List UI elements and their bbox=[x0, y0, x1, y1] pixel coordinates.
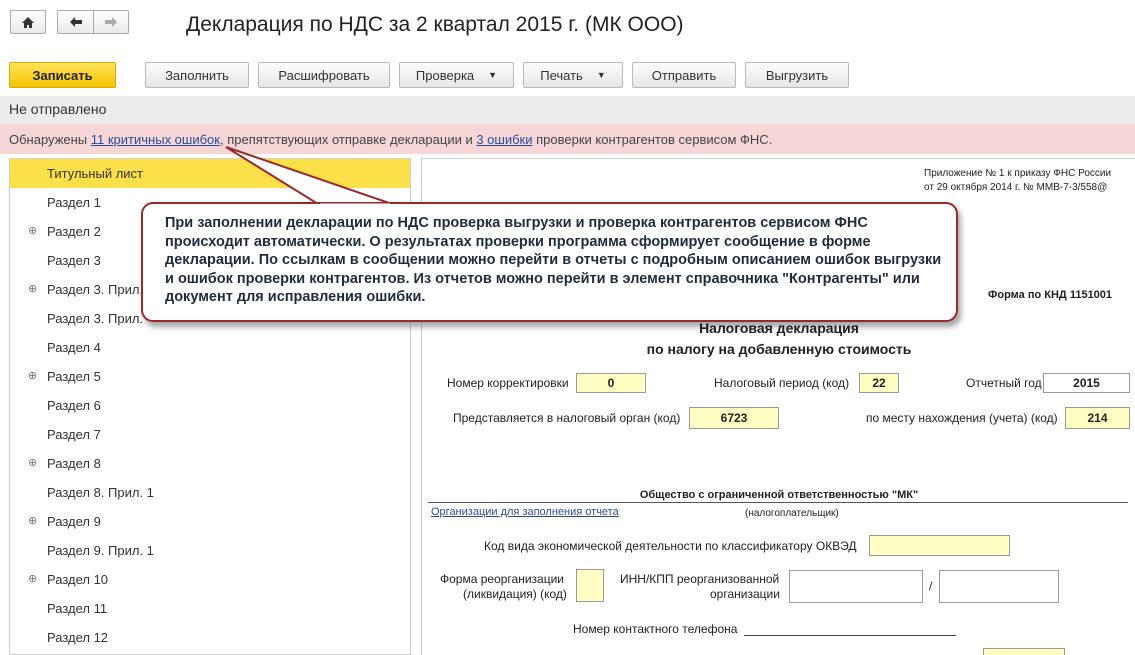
callout-pointer-join bbox=[320, 203, 390, 207]
